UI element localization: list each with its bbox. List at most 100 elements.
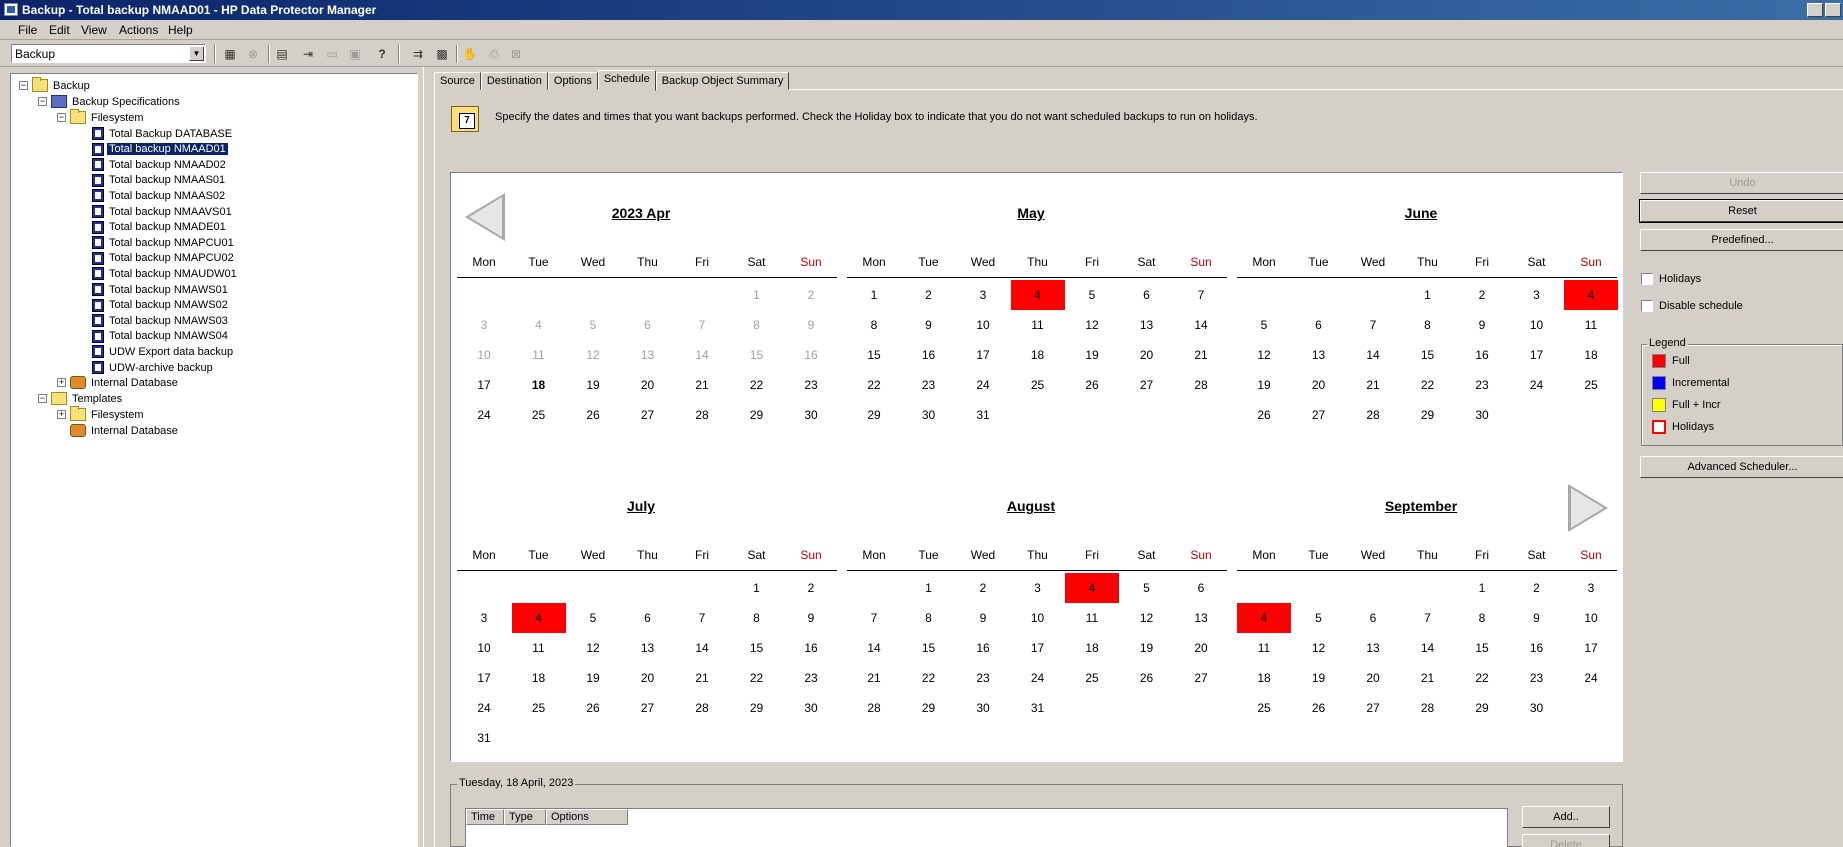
calendar-day[interactable]: 15 [1455,633,1509,663]
checkbox-box[interactable] [1641,300,1653,312]
calendar-day[interactable]: 19 [1237,370,1291,400]
calendar-day[interactable]: 18 [1011,340,1065,370]
calendar-day[interactable]: 1 [730,280,784,310]
calendar-day[interactable]: 27 [1346,693,1400,723]
calendar-day[interactable]: 1 [847,280,901,310]
calendar-day[interactable]: 13 [1120,310,1174,340]
calendar-day[interactable]: 4 [1065,573,1119,603]
panel-splitter[interactable] [423,67,429,847]
day-schedule-table[interactable]: Time Type Options [465,808,1508,847]
calendar-day[interactable]: 2 [784,280,838,310]
holidays-checkbox[interactable]: Holidays [1641,273,1701,285]
calendar-day[interactable]: 30 [956,693,1010,723]
collapse-icon[interactable]: − [38,394,47,403]
tree-item-backup-spec[interactable]: Total backup NMADE01 [92,220,228,235]
calendar-day[interactable]: 11 [512,340,566,370]
calendar-day[interactable]: 22 [902,663,956,693]
restore-button[interactable] [1825,3,1841,17]
calendar-day[interactable]: 10 [1011,603,1065,633]
calendar-day[interactable]: 16 [1455,340,1509,370]
printer-icon[interactable]: ⎙ [484,44,504,64]
checkbox-box[interactable] [1641,273,1653,285]
calendar-day[interactable]: 30 [1510,693,1564,723]
calendar-day[interactable]: 30 [902,400,956,430]
hand-icon[interactable]: ✋ [460,44,480,64]
menu-actions[interactable]: Actions [119,23,158,37]
tree-item-backup-spec[interactable]: Total backup NMAAVS01 [92,204,234,219]
calendar-day[interactable]: 12 [1292,633,1346,663]
disable-schedule-checkbox[interactable]: Disable schedule [1641,300,1743,312]
calendar-day[interactable]: 11 [1237,633,1291,663]
calendar-day[interactable]: 6 [621,310,675,340]
tree-item-backup-spec[interactable]: Total backup NMAAD01 [92,142,229,157]
calendar-day[interactable]: 5 [1292,603,1346,633]
calendar-day[interactable]: 13 [1292,340,1346,370]
calendar-day[interactable]: 25 [1237,693,1291,723]
calendar-day[interactable]: 26 [566,693,620,723]
calendar-day[interactable]: 12 [566,340,620,370]
tree-item-backup-spec[interactable]: Total backup NMAPCU02 [92,251,236,266]
calendar-day[interactable]: 2 [1455,280,1509,310]
calendar-day[interactable]: 8 [847,310,901,340]
tree-node-templates-internal-database[interactable]: Internal Database [70,423,180,438]
calendar-day[interactable]: 8 [1401,310,1455,340]
calendar-day[interactable]: 19 [566,370,620,400]
calendar-day[interactable]: 6 [1292,310,1346,340]
expand-icon[interactable]: + [57,378,66,387]
calendar-day[interactable]: 18 [1564,340,1618,370]
calendar-day[interactable]: 28 [1174,370,1228,400]
calendar-day[interactable]: 3 [457,310,511,340]
calendar-day[interactable]: 7 [1401,603,1455,633]
tab-backup-object-summary[interactable]: Backup Object Summary [655,72,790,90]
calendar-day[interactable]: 18 [1065,633,1119,663]
calendar-day[interactable]: 2 [784,573,838,603]
calendar-day[interactable]: 14 [847,633,901,663]
calendar-day[interactable]: 6 [1346,603,1400,633]
calendar-day[interactable]: 10 [457,633,511,663]
calendar-day[interactable]: 28 [675,400,729,430]
calendar-day[interactable]: 24 [1510,370,1564,400]
calendar-day[interactable]: 31 [956,400,1010,430]
calendar-day[interactable]: 22 [730,370,784,400]
calendar-day[interactable]: 21 [1401,663,1455,693]
calendar-day[interactable]: 24 [457,400,511,430]
menu-help[interactable]: Help [168,23,193,37]
calendar-day[interactable]: 18 [512,370,566,400]
start-backup-icon[interactable]: ⇉ [408,44,428,64]
disconnect-icon[interactable]: ⊠ [506,44,526,64]
calendar-day[interactable]: 18 [512,663,566,693]
calendar-day[interactable]: 13 [1174,603,1228,633]
calendar-day[interactable]: 11 [1065,603,1119,633]
calendar-day[interactable]: 21 [675,663,729,693]
folder-icon[interactable]: ▣ [345,44,365,64]
calendar-day[interactable]: 8 [902,603,956,633]
calendar-day[interactable]: 8 [1455,603,1509,633]
chevron-down-icon[interactable]: ▼ [189,46,204,61]
calendar-day[interactable]: 26 [1292,693,1346,723]
calendar-day[interactable]: 9 [784,603,838,633]
calendar-day[interactable]: 28 [847,693,901,723]
calendar-day[interactable]: 15 [902,633,956,663]
calendar-day[interactable]: 3 [1510,280,1564,310]
calendar-day[interactable]: 14 [1174,310,1228,340]
calendar-day[interactable]: 17 [457,663,511,693]
calendar-day[interactable]: 30 [784,400,838,430]
column-header-type[interactable]: Type [504,809,546,825]
reset-button[interactable]: Reset [1639,199,1843,223]
calendar-day[interactable]: 17 [1011,633,1065,663]
pin-icon[interactable]: ⇥ [298,44,318,64]
calendar-day[interactable]: 16 [784,633,838,663]
calendar-day[interactable]: 20 [621,370,675,400]
tree-item-backup-spec[interactable]: UDW-archive backup [92,360,215,375]
calendar-day[interactable]: 13 [621,633,675,663]
tab-schedule[interactable]: Schedule [597,70,656,91]
calendar-day[interactable]: 6 [1174,573,1228,603]
calendar-day[interactable]: 19 [566,663,620,693]
calendar-day[interactable]: 3 [457,603,511,633]
tab-destination[interactable]: Destination [480,72,548,90]
tree-item-backup-spec[interactable]: Total backup NMAWS04 [92,329,230,344]
calendar-day[interactable]: 10 [457,340,511,370]
calendar-day[interactable]: 29 [1401,400,1455,430]
calendar-day[interactable]: 23 [1455,370,1509,400]
calendar-day[interactable]: 12 [1237,340,1291,370]
